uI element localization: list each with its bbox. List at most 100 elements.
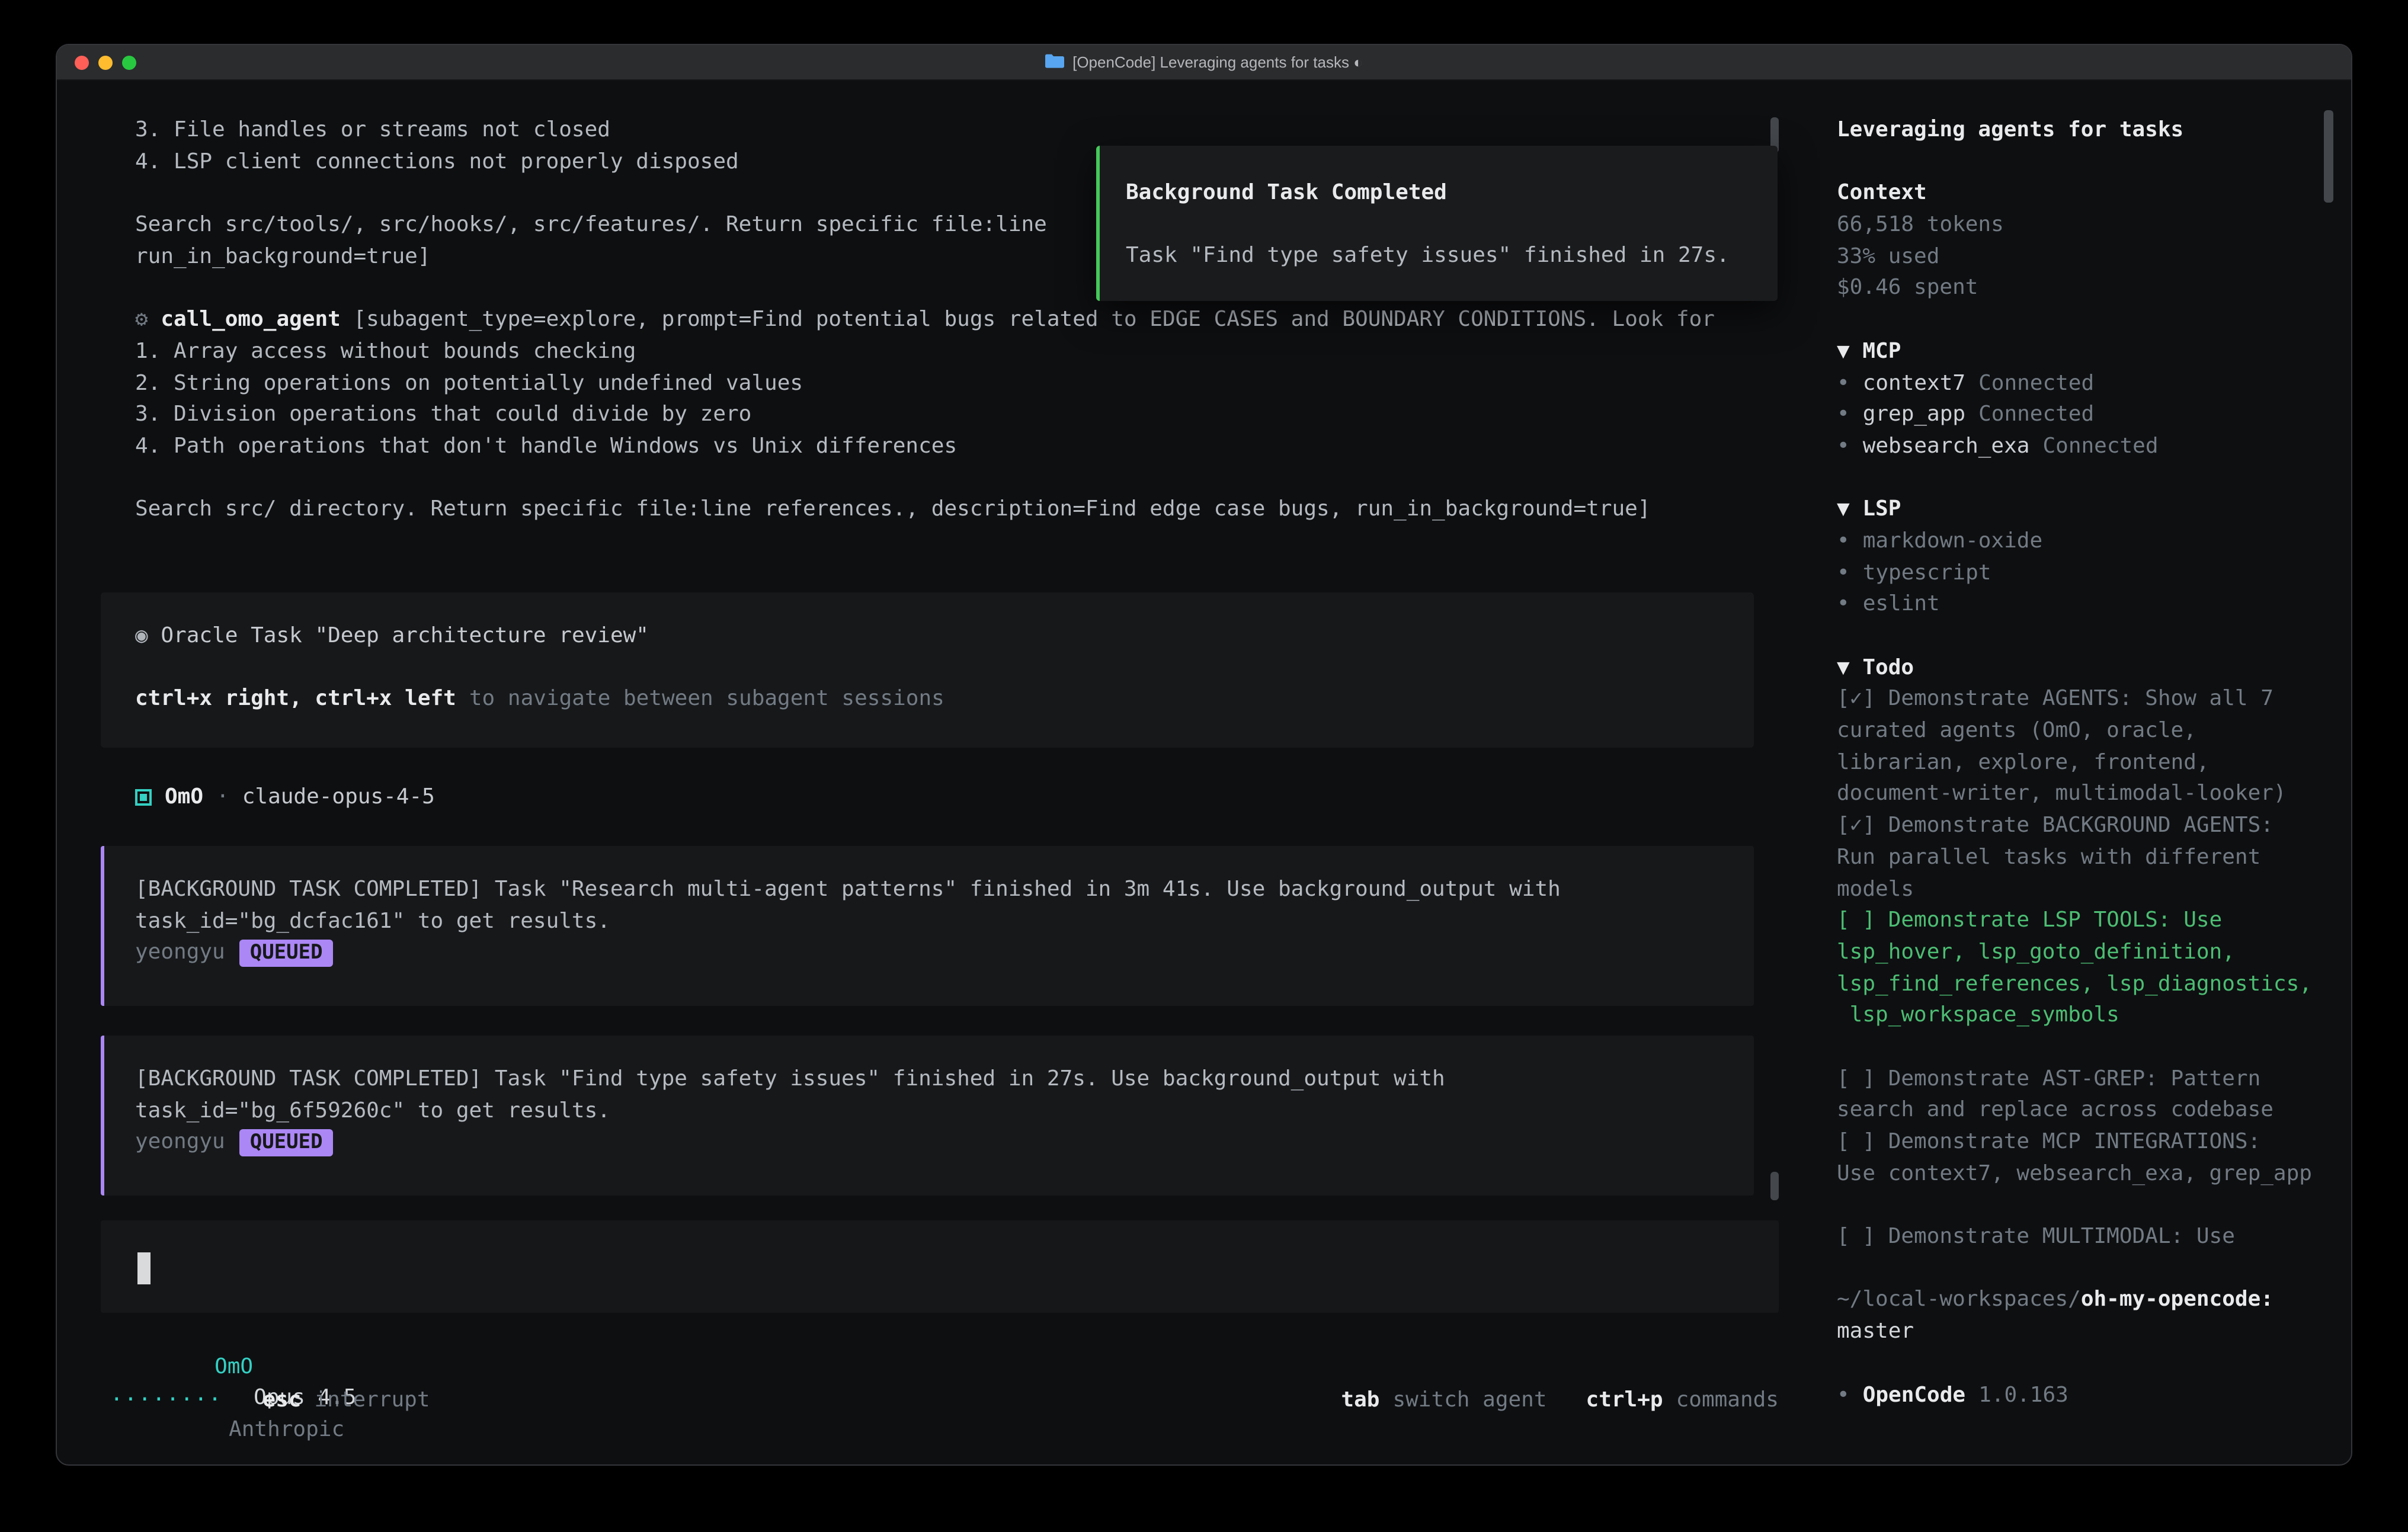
mcp-name: context7 — [1863, 370, 1965, 395]
blank-line — [1837, 463, 2335, 494]
oracle-hint-line: ctrl+x right, ctrl+x left to navigate bet… — [135, 684, 1754, 716]
mcp-status: Connected — [2042, 434, 2158, 459]
context-spent: $0.46 spent — [1837, 273, 2335, 305]
card-text-line: task_id="bg_dcfac161" to get results. — [135, 906, 1754, 937]
prompt-input[interactable] — [101, 1220, 1779, 1313]
fisheye-icon: ◉ — [135, 623, 148, 648]
scrollback-line: 4. Path operations that don't handle Win… — [135, 431, 1787, 463]
status-left: ········escinterrupt — [110, 1385, 430, 1416]
input-agent-name: OmO — [214, 1354, 253, 1379]
todo-line: [✓] Demonstrate BACKGROUND AGENTS: — [1837, 810, 2335, 842]
todo-line: Use context7, websearch_exa, grep_app — [1837, 1158, 2335, 1190]
todo-line: search and replace across codebase — [1837, 1095, 2335, 1127]
todo-line: curated agents (OmO, oracle, — [1837, 716, 2335, 747]
scrollback-line: 3. Division operations that could divide… — [135, 399, 1787, 431]
lsp-item: • eslint — [1837, 589, 2335, 621]
workspace-path: ~/local-workspaces/oh-my-opencode: — [1837, 1285, 2335, 1316]
close-button[interactable] — [75, 56, 89, 70]
sidebar[interactable]: Leveraging agents for tasks Context 66,5… — [1837, 115, 2335, 1411]
main-scrollbar-thumb[interactable] — [1770, 1172, 1779, 1200]
todo-heading[interactable]: ▼ Todo — [1837, 652, 2335, 684]
todo-line-active: lsp_workspace_symbols — [1837, 1001, 2335, 1032]
context-tokens: 66,518 tokens — [1837, 210, 2335, 241]
blank-line — [1837, 1348, 2335, 1380]
model-info-row: OmO Opus 4.5 Anthropic — [137, 1320, 356, 1351]
bullet-icon: • — [1837, 402, 1850, 427]
traffic-lights — [75, 56, 136, 70]
gear-icon: ⚙ — [135, 307, 148, 332]
agent-square-icon — [135, 790, 152, 806]
lsp-name: eslint — [1863, 592, 1940, 617]
blank-line — [135, 463, 1787, 494]
bullet-icon: • — [1837, 592, 1850, 617]
todo-line: [ ] Demonstrate MCP INTEGRATIONS: — [1837, 1127, 2335, 1158]
todo-line: Run parallel tasks with different — [1837, 842, 2335, 874]
minimize-button[interactable] — [98, 56, 113, 70]
blank-line — [1837, 1032, 2335, 1063]
author: yeongyu — [135, 1130, 225, 1155]
esc-hint-label: interrupt — [314, 1387, 430, 1412]
todo-line-active: lsp_find_references, lsp_diagnostics, — [1837, 969, 2335, 1000]
mcp-status: Connected — [1978, 370, 2094, 395]
input-provider-name: Anthropic — [229, 1417, 344, 1442]
mcp-heading[interactable]: ▼ MCP — [1837, 336, 2335, 368]
background-task-toast[interactable]: Background Task Completed Task "Find typ… — [1096, 146, 1778, 301]
todo-line: document-writer, multimodal-looker) — [1837, 779, 2335, 810]
app-version: 1.0.163 — [1978, 1382, 2068, 1407]
hint-text: to navigate between subagent sessions — [469, 687, 944, 711]
card-meta-line: yeongyu QUEUED — [135, 1127, 1754, 1159]
app-name: OpenCode — [1863, 1382, 1965, 1407]
author: yeongyu — [135, 940, 225, 965]
scrollback-line: 3. File handles or streams not closed — [135, 115, 1787, 146]
mcp-item: • websearch_exa Connected — [1837, 431, 2335, 463]
lsp-name: markdown-oxide — [1863, 528, 2042, 553]
lsp-name: typescript — [1863, 560, 1991, 585]
agent-name: OmO — [165, 782, 203, 813]
queued-badge: QUEUED — [239, 1129, 334, 1156]
blank-line — [1837, 146, 2335, 178]
queued-badge: QUEUED — [239, 940, 334, 967]
separator-dot: · — [216, 782, 229, 813]
status-right: tabswitch agentctrl+pcommands — [1341, 1385, 1779, 1416]
scrollback-line: 2. String operations on potentially unde… — [135, 368, 1787, 399]
bullet-icon: • — [1837, 528, 1850, 553]
zoom-button[interactable] — [122, 56, 136, 70]
card-text-line: [BACKGROUND TASK COMPLETED] Task "Resear… — [135, 874, 1754, 906]
todo-line: [ ] Demonstrate AST-GREP: Pattern — [1837, 1063, 2335, 1095]
text-cursor — [137, 1252, 150, 1284]
agent-header: OmO · claude-opus-4-5 — [135, 782, 435, 813]
blank-line — [1837, 1254, 2335, 1285]
hint-keys: ctrl+x right, ctrl+x left — [135, 687, 456, 711]
mcp-name: websearch_exa — [1863, 434, 2030, 459]
terminal-window: [OpenCode] Leveraging agents for tasks ◐… — [56, 44, 2352, 1466]
bullet-icon: • — [1837, 1382, 1850, 1407]
todo-line: [ ] Demonstrate MULTIMODAL: Use — [1837, 1222, 2335, 1253]
ctrlp-hint-label: commands — [1676, 1387, 1779, 1412]
branch-name: master — [1837, 1316, 2335, 1348]
mcp-item: •grep_appConnected — [1837, 399, 2335, 431]
card-meta-line: yeongyu QUEUED — [135, 938, 1754, 969]
blank-line — [1837, 305, 2335, 336]
ctrlp-key-hint: ctrl+p — [1586, 1387, 1663, 1412]
toast-body: Task "Find type safety issues" finished … — [1126, 241, 1778, 273]
tab-hint-label: switch agent — [1392, 1387, 1546, 1412]
oracle-title-line: ◉ Oracle Task "Deep architecture review" — [135, 621, 1754, 652]
context-used: 33% used — [1837, 242, 2335, 273]
todo-line: models — [1837, 874, 2335, 905]
session-title: Leveraging agents for tasks — [1837, 115, 2335, 146]
todo-line: [✓] Demonstrate AGENTS: Show all 7 — [1837, 684, 2335, 716]
folder-icon — [1045, 53, 1064, 72]
repo-name: oh-my-opencode: — [2081, 1287, 2273, 1312]
context-heading: Context — [1837, 178, 2335, 210]
mcp-status: Connected — [1978, 402, 2094, 427]
scrollback-line: Search src/ directory. Return specific f… — [135, 495, 1787, 526]
lsp-heading[interactable]: ▼ LSP — [1837, 495, 2335, 526]
card-text-line: task_id="bg_6f59260c" to get results. — [135, 1095, 1754, 1127]
tool-name: call_omo_agent — [161, 307, 340, 332]
task-message-card: [BACKGROUND TASK COMPLETED] Task "Resear… — [101, 846, 1754, 1006]
bullet-icon: • — [1837, 434, 1850, 459]
titlebar[interactable]: [OpenCode] Leveraging agents for tasks ◐ — [57, 45, 2351, 81]
lsp-item: •typescript — [1837, 557, 2335, 589]
toast-title: Background Task Completed — [1126, 178, 1778, 209]
tool-args: [subagent_type=explore, prompt=Find pote… — [341, 307, 1715, 332]
